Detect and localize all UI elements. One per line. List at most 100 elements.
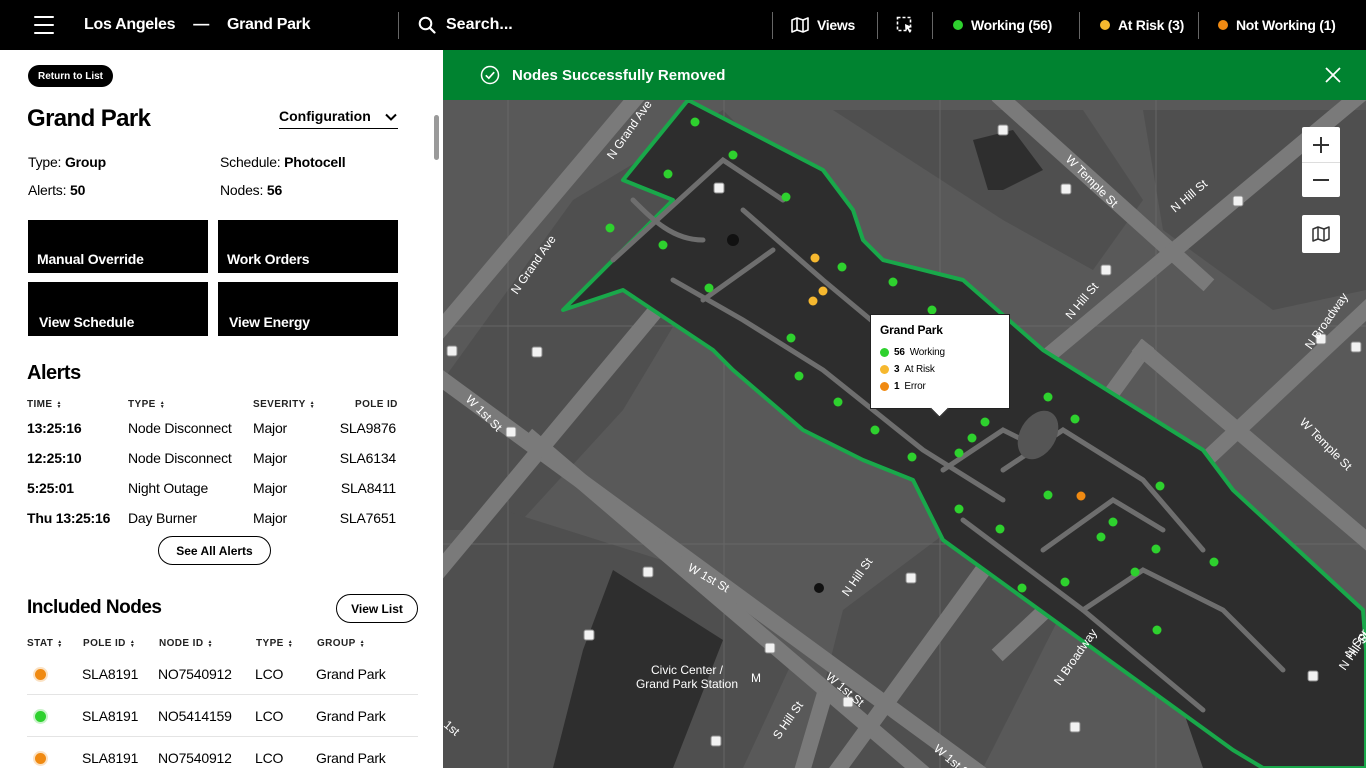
node-marker-working[interactable] xyxy=(728,150,738,160)
node-marker-working[interactable] xyxy=(837,262,847,272)
node-marker-working[interactable] xyxy=(1096,532,1106,542)
work-orders-button[interactable]: Work Orders xyxy=(218,220,398,273)
pole-marker[interactable] xyxy=(642,566,654,578)
node-marker-working[interactable] xyxy=(658,240,668,250)
lasso-select-button[interactable] xyxy=(896,0,914,50)
node-marker-working[interactable] xyxy=(781,192,791,202)
alert-pole-id[interactable]: SLA8411 xyxy=(341,480,396,496)
node-marker-working[interactable] xyxy=(1060,577,1070,587)
divider xyxy=(877,12,878,39)
column-header-pole-id[interactable]: POLE ID ▲ ▼ xyxy=(83,638,135,649)
node-marker-working[interactable] xyxy=(690,117,700,127)
alert-pole-id[interactable]: SLA9876 xyxy=(340,420,396,436)
node-marker-at-risk[interactable] xyxy=(810,253,820,263)
view-energy-button[interactable]: View Energy xyxy=(218,282,398,336)
view-schedule-button[interactable]: View Schedule xyxy=(28,282,208,336)
pole-marker[interactable] xyxy=(710,735,722,747)
map-canvas[interactable]: N Grand AveN Grand AveW Temple St N Hill … xyxy=(443,50,1366,768)
node-marker-working[interactable] xyxy=(833,397,843,407)
filter-not-working[interactable]: Not Working (1) xyxy=(1218,0,1336,50)
column-header-node-id[interactable]: NODE ID ▲ ▼ xyxy=(159,638,213,649)
column-header-group[interactable]: GROUP ▲ ▼ xyxy=(317,638,365,649)
pole-marker[interactable] xyxy=(713,182,725,194)
pole-marker[interactable] xyxy=(446,345,458,357)
node-marker-working[interactable] xyxy=(1209,557,1219,567)
panel-scrollbar[interactable] xyxy=(434,115,439,160)
filter-working[interactable]: Working (56) xyxy=(953,0,1052,50)
node-marker-working[interactable] xyxy=(870,425,880,435)
node-marker-working[interactable] xyxy=(954,448,964,458)
configuration-dropdown[interactable]: Configuration xyxy=(279,108,398,129)
view-list-button[interactable]: View List xyxy=(336,594,418,623)
node-marker-working[interactable] xyxy=(1043,490,1053,500)
pole-marker[interactable] xyxy=(583,629,595,641)
node-marker-working[interactable] xyxy=(1155,481,1165,491)
pole-marker[interactable] xyxy=(1060,183,1072,195)
node-marker-working[interactable] xyxy=(1043,392,1053,402)
zoom-in-button[interactable] xyxy=(1302,127,1340,162)
column-header-type[interactable]: TYPE ▲ ▼ xyxy=(128,399,165,410)
column-header-time[interactable]: TIME ▲ ▼ xyxy=(27,399,62,410)
node-marker-working[interactable] xyxy=(1130,567,1140,577)
search-bar xyxy=(418,0,746,50)
zoom-out-button[interactable] xyxy=(1302,162,1340,197)
node-marker-at-risk[interactable] xyxy=(808,296,818,306)
working-status-dot xyxy=(880,348,889,357)
pole-marker[interactable] xyxy=(505,426,517,438)
included-nodes-heading: Included Nodes xyxy=(27,597,162,618)
row-divider xyxy=(27,736,418,737)
node-marker-working[interactable] xyxy=(1151,544,1161,554)
views-button[interactable]: Views xyxy=(791,0,855,50)
node-marker-working[interactable] xyxy=(980,417,990,427)
street-label: M xyxy=(751,671,761,685)
node-marker-working[interactable] xyxy=(794,371,804,381)
column-header-severity[interactable]: SEVERITY ▲ ▼ xyxy=(253,399,315,410)
node-marker-working[interactable] xyxy=(704,283,714,293)
alert-type: Node Disconnect xyxy=(128,420,232,436)
node-marker-working[interactable] xyxy=(967,433,977,443)
pole-marker[interactable] xyxy=(531,346,543,358)
node-marker-working[interactable] xyxy=(1108,517,1118,527)
node-marker-working[interactable] xyxy=(1070,414,1080,424)
return-to-list-button[interactable]: Return to List xyxy=(28,65,113,87)
alert-pole-id[interactable]: SLA7651 xyxy=(340,510,396,526)
alerts-field: Alerts: 50 xyxy=(28,182,85,198)
tooltip-error-count: 1 xyxy=(894,381,900,392)
column-header-label: GROUP xyxy=(317,638,356,649)
node-marker-working[interactable] xyxy=(786,333,796,343)
see-all-alerts-button[interactable]: See All Alerts xyxy=(158,536,271,565)
close-icon[interactable] xyxy=(1324,66,1342,84)
node-marker-error[interactable] xyxy=(1076,491,1086,501)
node-marker-working[interactable] xyxy=(995,524,1005,534)
node-marker-working[interactable] xyxy=(1152,625,1162,635)
divider xyxy=(772,12,773,39)
search-input[interactable] xyxy=(446,16,746,34)
manual-override-button[interactable]: Manual Override xyxy=(28,220,208,273)
map-view[interactable]: N Grand Ave N Grand Ave W Temple St N Hill … xyxy=(443,50,1366,768)
node-marker-working[interactable] xyxy=(888,277,898,287)
pole-marker[interactable] xyxy=(1069,721,1081,733)
filter-at-risk[interactable]: At Risk (3) xyxy=(1100,0,1184,50)
pole-marker[interactable] xyxy=(764,642,776,654)
pole-marker[interactable] xyxy=(1100,264,1112,276)
node-marker-at-risk[interactable] xyxy=(818,286,828,296)
column-header-stat[interactable]: STAT ▲ ▼ xyxy=(27,638,63,649)
pole-marker[interactable] xyxy=(1350,341,1362,353)
pole-marker[interactable] xyxy=(1307,670,1319,682)
column-header-label: TYPE xyxy=(256,638,284,649)
node-marker-working[interactable] xyxy=(907,452,917,462)
node-marker-working[interactable] xyxy=(954,504,964,514)
breadcrumb-city[interactable]: Los Angeles xyxy=(84,16,176,34)
pole-marker[interactable] xyxy=(997,124,1009,136)
menu-icon[interactable] xyxy=(34,16,54,34)
node-marker-working[interactable] xyxy=(1017,583,1027,593)
node-marker-working[interactable] xyxy=(663,169,673,179)
alert-pole-id[interactable]: SLA6134 xyxy=(340,450,396,466)
sort-icon: ▲ ▼ xyxy=(309,399,316,410)
pole-marker[interactable] xyxy=(905,572,917,584)
node-marker-working[interactable] xyxy=(605,223,615,233)
tooltip-at-risk-row: 3 At Risk xyxy=(880,364,1000,375)
pole-marker[interactable] xyxy=(1232,195,1244,207)
map-layers-button[interactable] xyxy=(1302,215,1340,253)
column-header-type[interactable]: TYPE ▲ ▼ xyxy=(256,638,293,649)
